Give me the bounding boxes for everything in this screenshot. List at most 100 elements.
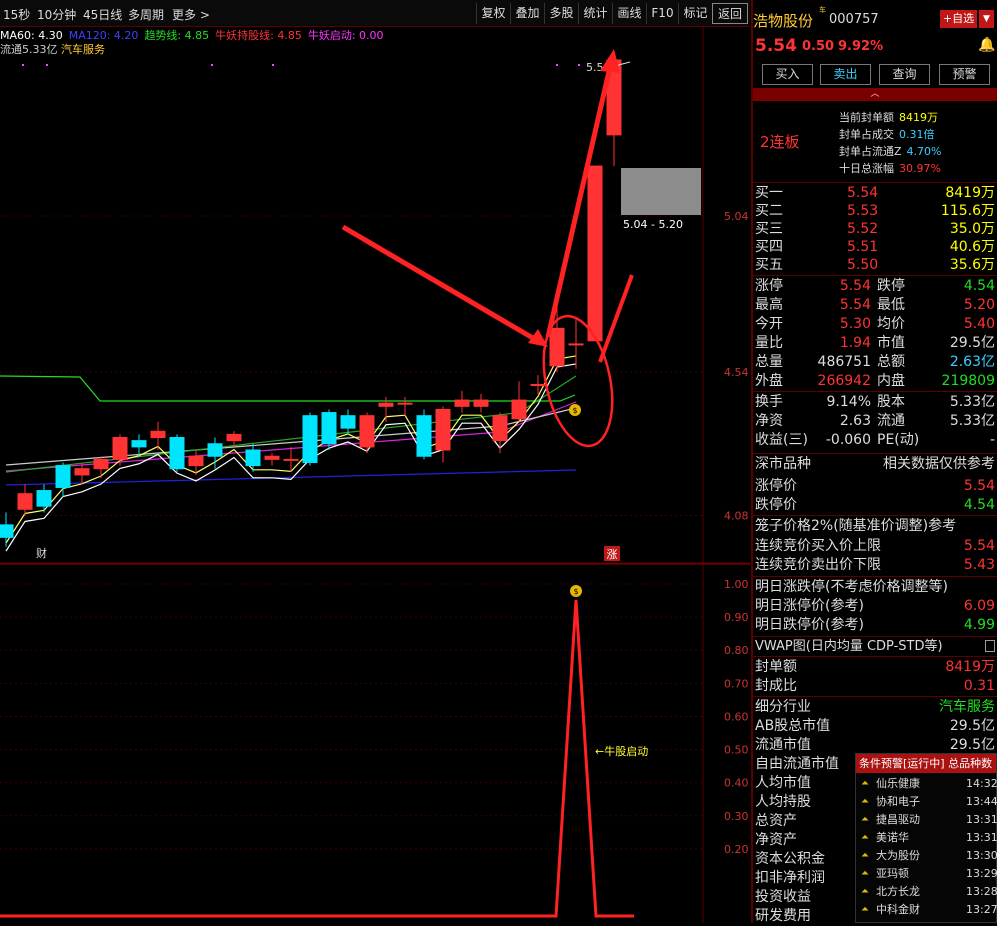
cage-row: 连续竞价买入价上限 5.54: [755, 537, 995, 556]
capital-row-key-b: PE(动): [877, 432, 920, 448]
alert-item[interactable]: ⏶ 协和电子 13:44: [856, 793, 997, 810]
alert-time: 13:31: [966, 813, 997, 826]
alert-stock-name: 仙乐健康: [876, 777, 920, 790]
add-watchlist-button[interactable]: +自选: [940, 10, 977, 28]
alert-item[interactable]: ⏶ 亚玛顿 13:29: [856, 865, 997, 882]
alert-item[interactable]: ⏶ 大为股份 13:30: [856, 847, 997, 864]
candle-body: [416, 415, 432, 457]
price-change-pct: 9.92%: [838, 39, 884, 54]
back-button[interactable]: 返回: [712, 3, 748, 24]
candle-body: [150, 430, 166, 439]
fund-row-label: 细分行业: [755, 699, 811, 715]
condition-alert-popup[interactable]: 条件预警[运行中] 总品种数 ⏶ 仙乐健康 14:32 ⏶ 协和电子 13:44 ⏶ 捷昌驱动…: [855, 753, 997, 923]
fund-row-value: 汽车服务: [939, 699, 995, 715]
fund-row-label: 净资产: [755, 832, 797, 848]
bid-row-price: 5.53: [847, 203, 879, 219]
stat-row-key-a: 最高: [755, 297, 783, 313]
indicator-tick: 0.30: [724, 810, 749, 823]
bid-row-value: 40.6万: [949, 239, 995, 255]
bid-row-label: 买二: [755, 203, 783, 219]
alert-stock-name: 亚玛顿: [876, 867, 909, 880]
timeframe-multi[interactable]: 多周期: [128, 6, 164, 23]
capital-row-key-a: 换手: [755, 394, 783, 410]
seal-value: 4.70%: [906, 145, 942, 158]
alert-item[interactable]: ⏶ 捷昌驱动 13:31: [856, 811, 997, 828]
indicator-tick: 0.70: [724, 677, 749, 690]
double-up-arrow-icon: ⏶: [861, 904, 869, 915]
bid-row-value: 115.6万: [940, 203, 995, 219]
candle-body: [454, 399, 470, 407]
window-icon[interactable]: [985, 640, 995, 652]
alert-item[interactable]: ⏶ 北方长龙 13:28: [856, 883, 997, 900]
stat-row-key-a: 外盘: [755, 373, 783, 389]
fund-row-label: 自由流通市值: [755, 756, 839, 772]
bid-row: 买三 5.52 35.0万: [755, 220, 995, 239]
price-tick: 5.04: [724, 210, 749, 223]
chart-toolbar: 15秒 10分钟 45日线 多周期 更多 > 复权 叠加 多股 统计 画线 F1…: [0, 0, 750, 27]
alert-item[interactable]: ⏶ 美诺华 13:31: [856, 829, 997, 846]
candle-body: [397, 402, 413, 405]
stat-row-val-a: 5.54: [839, 278, 871, 294]
stock-name: 浩物股份: [753, 12, 814, 30]
seal-row: 十日总涨幅 30.97%: [839, 160, 941, 176]
mark-button[interactable]: 标记: [678, 3, 712, 24]
tomorrow-row-label: 明日涨停价(参考): [755, 598, 864, 614]
seal-row: 封单占成交 0.31倍: [839, 126, 935, 142]
restore-rights-button[interactable]: 复权: [476, 3, 510, 24]
collapse-icon[interactable]: ︿: [753, 88, 997, 101]
query-button[interactable]: 查询: [879, 64, 930, 85]
candle-body: [492, 415, 508, 442]
capital-row: 换手 9.14% 股本 5.33亿: [755, 393, 995, 412]
tomorrow-row-value: 4.99: [963, 617, 995, 633]
stock-launch-signal: [0, 599, 634, 918]
multi-stock-button[interactable]: 多股: [544, 3, 578, 24]
capital-row: 收益(三) -0.060 PE(动) -: [755, 431, 995, 450]
limit-row-label: 跌停价: [755, 497, 797, 513]
alert-button[interactable]: 预警: [939, 64, 990, 85]
alert-item[interactable]: ⏶ 中科金财 13:27: [856, 901, 997, 918]
bell-icon[interactable]: 🔔: [978, 37, 995, 53]
candle-body: [207, 443, 223, 457]
alert-title: 条件预警[运行中] 总品种数: [856, 754, 996, 773]
timeframe-10min[interactable]: 10分钟: [37, 6, 76, 23]
fund-row: AB股总市值 29.5亿: [755, 717, 995, 736]
double-up-arrow-icon: ⏶: [861, 814, 869, 825]
overlay-button[interactable]: 叠加: [510, 3, 544, 24]
seal-value: 8419万: [899, 111, 938, 124]
seal-summary-row-label: 封成比: [755, 678, 797, 694]
capital-row-val-b: 5.33亿: [949, 394, 995, 410]
indicator-tick: 0.60: [724, 710, 749, 723]
fund-row-label: 总资产: [755, 813, 797, 829]
stat-row-key-b: 最低: [877, 297, 905, 313]
chart-area[interactable]: 5.04 4.54 4.08 5.04 - 5.20 5.5 $ $ 财 涨 1.00 0.90 0.…: [0, 27, 750, 923]
timeframe-15s[interactable]: 15秒: [3, 6, 30, 23]
f10-button[interactable]: F10: [646, 3, 678, 24]
alert-item[interactable]: ⏶ 仙乐健康 14:32: [856, 775, 997, 792]
seal-value: 30.97%: [899, 162, 941, 175]
alert-stock-name: 大为股份: [876, 849, 920, 862]
candle-body: [226, 433, 242, 442]
stat-row-val-a: 1.94: [839, 335, 871, 351]
candle-body: [17, 493, 33, 510]
bid-row: 买五 5.50 35.6万: [755, 256, 995, 275]
stat-row: 最高 5.54 最低 5.20: [755, 296, 995, 315]
buy-button[interactable]: 买入: [762, 64, 813, 85]
sell-button[interactable]: 卖出: [820, 64, 871, 85]
alert-time: 13:28: [966, 885, 997, 898]
ma120-line: [5, 469, 577, 486]
chevron-down-icon[interactable]: ▼: [979, 10, 994, 28]
draw-line-button[interactable]: 画线: [612, 3, 646, 24]
more-menu[interactable]: 更多 >: [172, 6, 210, 23]
seal-key: 封单占成交: [839, 128, 894, 141]
signal-dot: [46, 64, 48, 66]
candle-body: [264, 455, 280, 460]
signal-dot: [556, 64, 558, 66]
price-tick: 4.08: [724, 510, 749, 523]
timeframe-45day[interactable]: 45日线: [83, 6, 122, 23]
cage-row-value: 5.54: [963, 538, 995, 554]
statistics-button[interactable]: 统计: [578, 3, 612, 24]
stat-row-val-a: 486751: [817, 354, 871, 370]
seal-summary-row-label: 封单额: [755, 659, 797, 675]
candle-body: [340, 415, 356, 429]
bid-row-value: 35.0万: [949, 221, 995, 237]
